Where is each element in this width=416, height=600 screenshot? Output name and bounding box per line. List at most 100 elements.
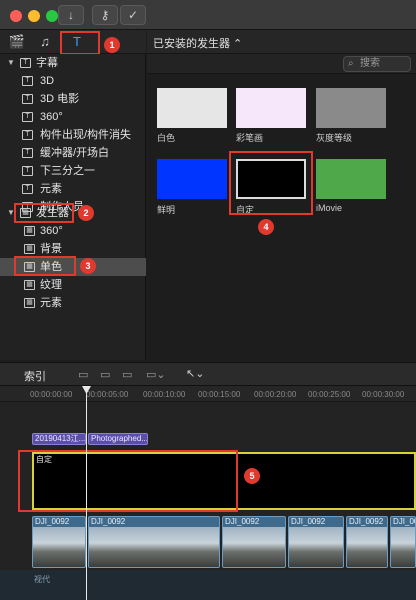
- installed-generators-dropdown[interactable]: 已安装的发生器 ⌃: [153, 35, 242, 51]
- title-clip-2[interactable]: Photographed...: [88, 433, 148, 445]
- video-clip-label: DJI_0092: [349, 517, 384, 526]
- ruler-tick-label: 00:00:20:00: [254, 390, 297, 399]
- sidebar-item-label: 构件出现/构件消失: [40, 129, 132, 141]
- video-clip[interactable]: DJI_0092: [390, 516, 416, 568]
- audio-track[interactable]: 视代: [0, 570, 416, 600]
- video-clip[interactable]: DJI_0092: [88, 516, 220, 568]
- sidebar-item-gen-textures[interactable]: ▦ 纹理: [0, 276, 146, 294]
- disclosure-triangle-icon[interactable]: ▼: [7, 54, 15, 72]
- key-icon: ⚷: [100, 8, 110, 22]
- sidebar-item-titles[interactable]: ▼ T 字幕: [0, 54, 146, 72]
- index-button[interactable]: 索引: [24, 368, 46, 384]
- zoom-window-button[interactable]: [46, 10, 58, 22]
- track-label: 视代: [34, 575, 50, 584]
- keyword-button[interactable]: ⚷: [92, 5, 118, 25]
- sidebar-item-elements[interactable]: T 元素: [0, 180, 146, 198]
- sidebar-item-label: 字幕: [36, 57, 58, 69]
- thumbnail-pastel[interactable]: [236, 88, 306, 128]
- playhead[interactable]: [86, 388, 87, 600]
- video-clip-label: DJI_0092: [225, 517, 260, 526]
- sidebar-item-label: 元素: [40, 297, 62, 309]
- titles-folder-icon: T: [22, 166, 33, 176]
- checkmark-circle-icon: ✓: [127, 8, 139, 22]
- titles-folder-icon: T: [22, 130, 33, 140]
- generators-folder-icon: ▦: [24, 244, 35, 254]
- sidebar-item-gen-elements[interactable]: ▦ 元素: [0, 294, 146, 312]
- video-clip[interactable]: DJI_0092: [222, 516, 286, 568]
- clapper-icon[interactable]: 🎬: [8, 34, 26, 50]
- sidebar-item-build-in-out[interactable]: T 构件出现/构件消失: [0, 126, 146, 144]
- titles-folder-icon: T: [22, 184, 33, 194]
- thumbnail-label: 灰度等级: [316, 133, 353, 143]
- ruler-tick-label: 00:00:30:00: [362, 390, 405, 399]
- background-tasks-button[interactable]: ✓: [120, 5, 146, 25]
- annotation-badge-2: 2: [78, 205, 94, 221]
- select-tool-icon[interactable]: ↖⌄: [186, 367, 204, 380]
- generators-folder-icon: ▦: [24, 298, 35, 308]
- minimize-window-button[interactable]: [28, 10, 40, 22]
- sidebar-item-label: 3D 电影: [40, 93, 80, 105]
- connect-clip-icon[interactable]: ▭: [78, 368, 88, 381]
- thumbnail-imovie[interactable]: [316, 159, 386, 199]
- sidebar-item-lower-thirds[interactable]: T 下三分之一: [0, 162, 146, 180]
- download-arrow-icon: ↓: [68, 8, 74, 22]
- search-placeholder: 搜索: [360, 58, 380, 69]
- timeline-toolbar: 索引 ▭ ▭ ▭ ▭⌄ ↖⌄: [0, 362, 416, 386]
- sidebar-item-360[interactable]: T 360°: [0, 108, 146, 126]
- title-clip-1[interactable]: 20190413江...: [32, 433, 86, 445]
- annotation-badge-1: 1: [104, 37, 120, 53]
- ruler-tick-label: 00:00:00:00: [30, 390, 73, 399]
- sidebar-item-label: 缓冲器/开场白: [40, 147, 110, 159]
- sidebar-item-3d-movie[interactable]: T 3D 电影: [0, 90, 146, 108]
- titles-folder-icon: T: [22, 76, 33, 86]
- music-photo-icon[interactable]: ♫: [36, 34, 54, 50]
- video-clip[interactable]: DJI_0092: [288, 516, 344, 568]
- annotation-badge-3: 3: [80, 258, 96, 274]
- video-clip[interactable]: DJI_0092: [32, 516, 86, 568]
- annotation-badge-4: 4: [258, 219, 274, 235]
- import-button[interactable]: ↓: [58, 5, 84, 25]
- window-titlebar: ↓ ⚷ ✓: [0, 0, 416, 30]
- timeline-ruler[interactable]: 00:00:00:00 00:00:05:00 00:00:10:00 00:0…: [0, 386, 416, 402]
- close-window-button[interactable]: [10, 10, 22, 22]
- titles-folder-icon: T: [20, 58, 31, 68]
- thumbnail-white[interactable]: [157, 88, 227, 128]
- titles-folder-icon: T: [22, 148, 33, 158]
- generators-folder-icon: ▦: [24, 226, 35, 236]
- sidebar-item-label: 360°: [40, 225, 63, 237]
- annotation-box-2: [14, 203, 74, 223]
- insert-clip-icon[interactable]: ▭: [100, 368, 110, 381]
- annotation-box-5: [18, 450, 238, 512]
- search-icon: ⌕: [348, 58, 354, 69]
- sidebar-item-bumper-opener[interactable]: T 缓冲器/开场白: [0, 144, 146, 162]
- sidebar-item-3d[interactable]: T 3D: [0, 72, 146, 90]
- ruler-tick-label: 00:00:25:00: [308, 390, 351, 399]
- thumbnail-label: 鲜明: [157, 205, 176, 215]
- sidebar-item-label: 元素: [40, 183, 62, 195]
- thumbnail-label: iMovie: [316, 203, 343, 213]
- ruler-tick-label: 00:00:10:00: [143, 390, 186, 399]
- titles-folder-icon: T: [22, 94, 33, 104]
- ruler-tick-label: 00:00:05:00: [86, 390, 129, 399]
- thumbnail-vivid[interactable]: [157, 159, 227, 199]
- sidebar-item-gen-360[interactable]: ▦ 360°: [0, 222, 146, 240]
- search-field[interactable]: ⌕ 搜索: [343, 56, 411, 72]
- thumbnail-grayscale[interactable]: [316, 88, 386, 128]
- video-clip-label: DJI_0092: [291, 517, 326, 526]
- sidebar-item-label: 360°: [40, 111, 63, 123]
- annotation-box-4: [229, 151, 313, 215]
- annotation-box-1: [60, 31, 100, 55]
- browser-search-row: ⌕ 搜索: [147, 54, 416, 74]
- overwrite-clip-icon[interactable]: ▭⌄: [146, 368, 166, 381]
- video-clip[interactable]: DJI_0092: [346, 516, 388, 568]
- append-clip-icon[interactable]: ▭: [122, 368, 132, 381]
- generators-folder-icon: ▦: [24, 280, 35, 290]
- video-clip-label: DJI_0092: [91, 517, 126, 526]
- annotation-badge-5: 5: [244, 468, 260, 484]
- thumbnail-label: 彩笔画: [236, 133, 264, 143]
- thumbnail-label: 白色: [157, 133, 176, 143]
- sidebar-item-label: 下三分之一: [40, 165, 95, 177]
- video-clip-label: DJI_0092: [35, 517, 70, 526]
- sidebar-item-label: 纹理: [40, 279, 62, 291]
- sidebar-item-label: 3D: [40, 75, 55, 87]
